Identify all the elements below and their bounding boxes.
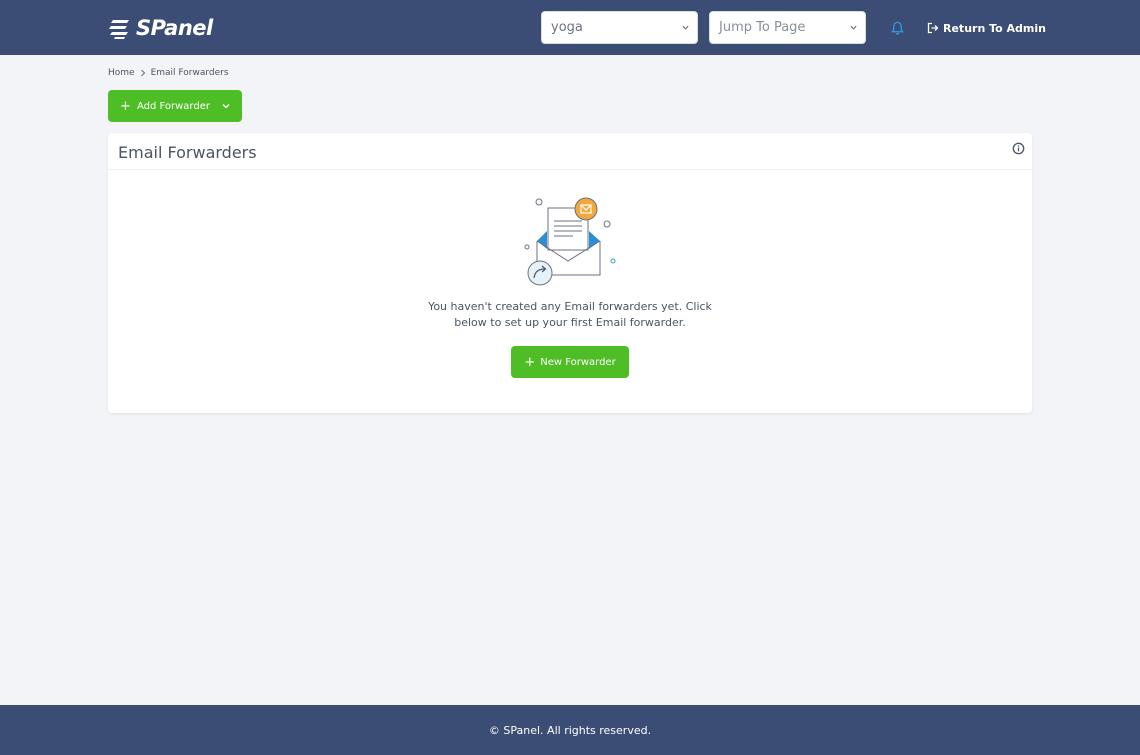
footer: © SPanel. All rights reserved. [0, 705, 1140, 755]
empty-state-line-1: You haven't created any Email forwarders… [428, 300, 712, 313]
empty-state-message: You haven't created any Email forwarders… [370, 299, 770, 331]
breadcrumb-home[interactable]: Home [108, 68, 135, 78]
chevron-down-icon [222, 104, 230, 109]
info-icon[interactable] [1012, 142, 1025, 155]
new-forwarder-button[interactable]: + New Forwarder [511, 346, 629, 378]
breadcrumb: Home Email Forwarders [108, 66, 229, 79]
return-to-admin-label: Return To Admin [943, 21, 1046, 35]
chevron-down-icon [850, 25, 857, 30]
add-forwarder-label: Add Forwarder [136, 100, 210, 112]
bell-icon[interactable] [890, 20, 905, 36]
footer-copyright: © SPanel. All rights reserved. [488, 723, 652, 737]
envelope-illustration-icon [524, 197, 616, 286]
plus-icon: + [524, 354, 536, 370]
chevron-down-icon [682, 25, 689, 30]
card-title: Email Forwarders [118, 143, 257, 162]
top-navbar: SPanel yoga Jump To Page Return To Admin [0, 0, 1140, 55]
jump-select-value: Jump To Page [719, 20, 806, 35]
logo-text: SPanel [136, 16, 213, 40]
breadcrumb-current: Email Forwarders [150, 67, 229, 78]
empty-state-line-2: below to set up your first Email forward… [454, 316, 686, 329]
site-select[interactable]: yoga [541, 11, 698, 44]
site-select-value: yoga [551, 20, 583, 35]
sign-out-icon [927, 22, 939, 34]
spanel-logo-icon [109, 20, 129, 39]
plus-icon: + [120, 98, 131, 114]
chevron-right-icon [140, 69, 145, 76]
jump-to-page-select[interactable]: Jump To Page [709, 11, 866, 44]
add-forwarder-button[interactable]: + Add Forwarder [108, 90, 242, 122]
spanel-logo[interactable]: SPanel [108, 14, 213, 42]
new-forwarder-label: New Forwarder [540, 356, 616, 368]
email-forwarders-card: Email Forwarders You haven't created any… [108, 133, 1032, 413]
card-divider [108, 169, 1032, 170]
return-to-admin-link[interactable]: Return To Admin [927, 19, 1046, 37]
